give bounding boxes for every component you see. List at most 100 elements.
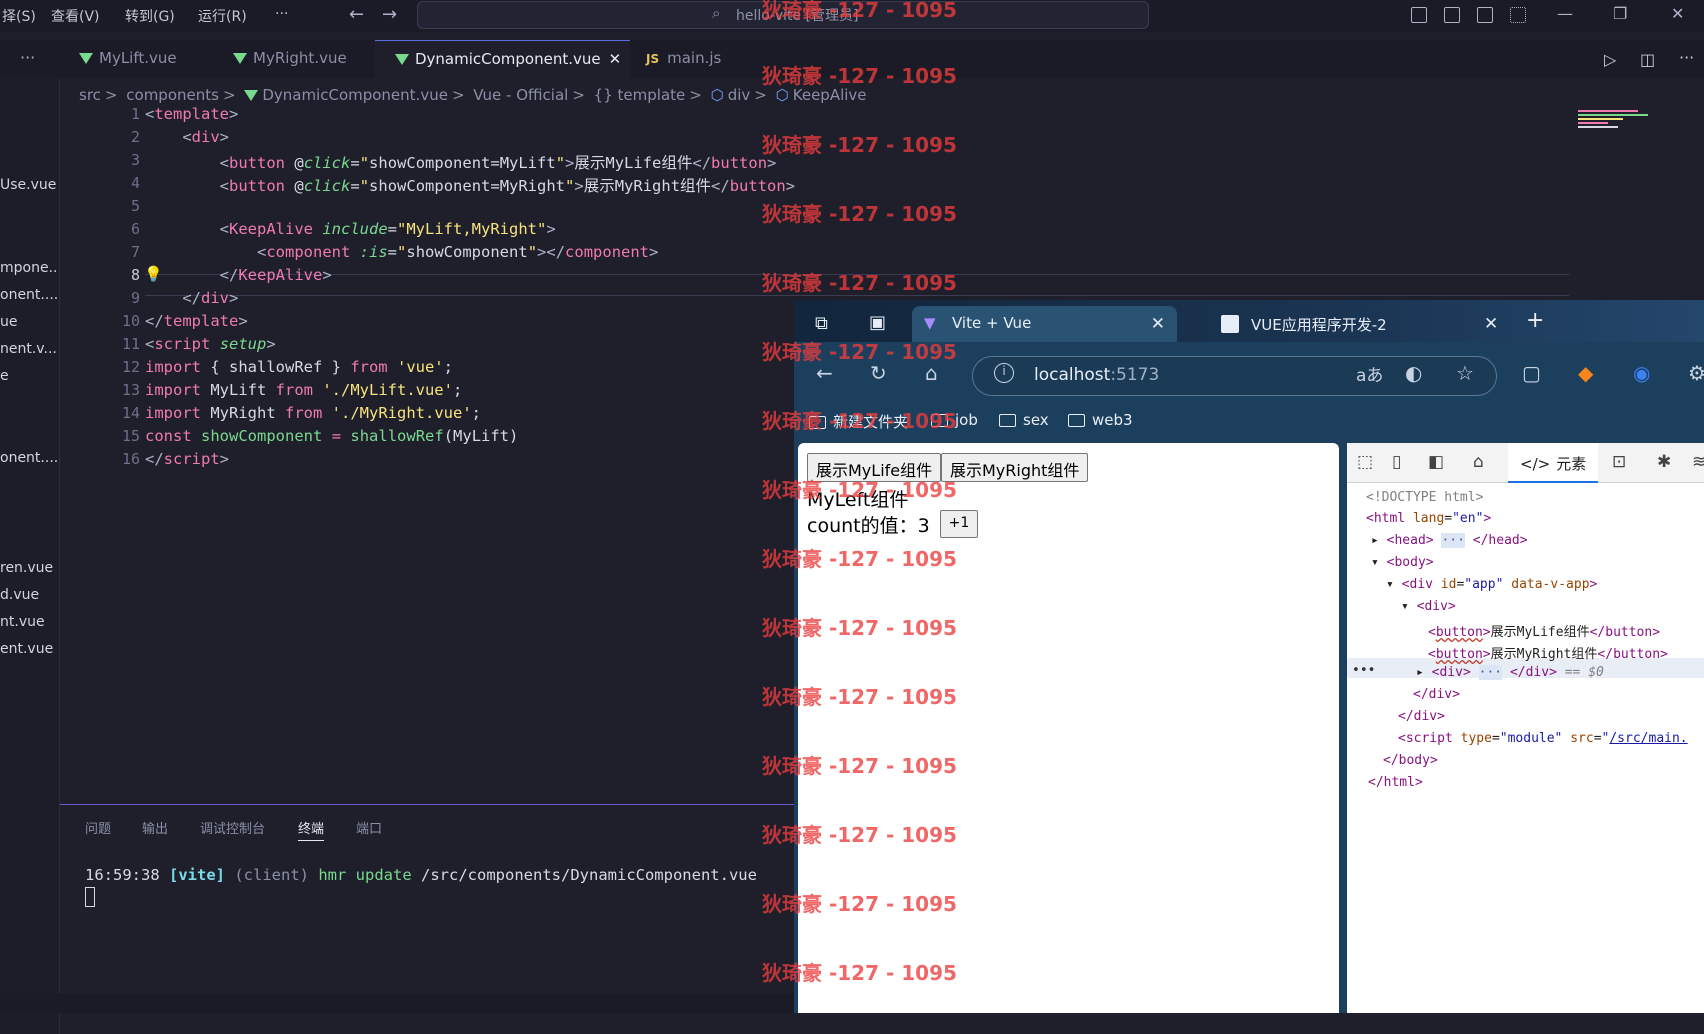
dom-node[interactable]: <button>展示MyLife组件</button> bbox=[1428, 621, 1660, 640]
explorer-file-item[interactable]: ren.vue bbox=[0, 560, 58, 576]
tab-actions-icon[interactable]: ▣ bbox=[869, 312, 886, 333]
terminal-cursor bbox=[85, 887, 95, 907]
crumb-components[interactable]: components bbox=[126, 86, 219, 104]
customize-layout-icon[interactable] bbox=[1510, 7, 1526, 23]
tab-label: MyLift.vue bbox=[99, 49, 177, 67]
close-tab-icon[interactable]: ✕ bbox=[609, 50, 622, 68]
toggle-sidebar-icon[interactable] bbox=[1411, 7, 1427, 23]
dock-side-icon[interactable]: ◧ bbox=[1428, 452, 1444, 472]
extension-icon[interactable]: ▢ bbox=[1522, 361, 1541, 385]
menu-go[interactable]: 转到(G) bbox=[125, 6, 175, 26]
explorer-file-item[interactable]: onent.... bbox=[0, 287, 58, 303]
show-myright-button[interactable]: 展示MyRight组件 bbox=[941, 453, 1089, 482]
increment-button[interactable]: +1 bbox=[940, 510, 978, 538]
watermark: 狄琦豪 -127 - 1095 bbox=[762, 616, 957, 640]
tab-mylift[interactable]: MyLift.vue bbox=[65, 40, 223, 78]
panel-tab-problems[interactable]: 问题 bbox=[85, 818, 111, 837]
close-tab-icon[interactable]: ✕ bbox=[1484, 314, 1498, 334]
dom-node[interactable]: <button>展示MyRight组件</button> bbox=[1428, 643, 1668, 662]
more-actions-icon[interactable]: ··· bbox=[1679, 48, 1694, 67]
restore-icon[interactable]: ❐ bbox=[1613, 4, 1627, 23]
run-icon[interactable]: ▷ bbox=[1604, 50, 1616, 69]
settings-icon[interactable]: ⚙ bbox=[1688, 361, 1704, 385]
line-number: 13 bbox=[121, 381, 140, 399]
site-info-icon[interactable]: i bbox=[994, 363, 1014, 383]
explorer-file-item[interactable]: nent.v... bbox=[0, 341, 58, 357]
crumb-div[interactable]: div bbox=[728, 86, 751, 104]
crumb-file[interactable]: DynamicComponent.vue bbox=[262, 86, 448, 104]
debugger-bug-icon[interactable]: ✱ bbox=[1657, 452, 1671, 472]
explorer-file-item[interactable]: mpone... bbox=[0, 260, 58, 276]
minimize-icon[interactable]: — bbox=[1557, 4, 1573, 23]
explorer-file-item[interactable]: ent.vue bbox=[0, 641, 58, 657]
dom-node[interactable]: </div> bbox=[1413, 687, 1460, 702]
line-number: 3 bbox=[130, 151, 140, 169]
tab-mainjs[interactable]: JS main.js bbox=[630, 40, 750, 78]
panel-tab-terminal[interactable]: 终端 bbox=[298, 818, 325, 841]
explorer-file-item[interactable]: Use.vue bbox=[0, 177, 58, 193]
bookmark-folder[interactable]: sex bbox=[999, 411, 1049, 429]
panel-tab-output[interactable]: 输出 bbox=[142, 818, 168, 837]
extension-blue-icon[interactable]: ◉ bbox=[1633, 361, 1650, 385]
line-number: 12 bbox=[121, 358, 140, 376]
dom-node[interactable]: </body> bbox=[1383, 753, 1438, 768]
close-tab-icon[interactable]: ✕ bbox=[1151, 314, 1165, 334]
network-icon[interactable]: ≋ bbox=[1692, 452, 1704, 472]
browser-tab-vue-course[interactable]: VUE应用程序开发-24级大数据4班 bbox=[1207, 306, 1387, 342]
favorite-star-icon[interactable]: ☆ bbox=[1456, 361, 1474, 385]
workspaces-icon[interactable]: ⧉ bbox=[815, 313, 828, 334]
watermark: 狄琦豪 -127 - 1095 bbox=[762, 271, 957, 295]
tab-elements[interactable]: </> 元素 bbox=[1508, 443, 1598, 483]
tab-dynamiccomponent[interactable]: DynamicComponent.vue ✕ bbox=[375, 40, 630, 78]
console-icon[interactable]: ⊡ bbox=[1612, 452, 1626, 472]
toggle-secondary-sidebar-icon[interactable] bbox=[1477, 7, 1493, 23]
inspect-element-icon[interactable]: ⬚ bbox=[1357, 452, 1373, 472]
code-line: </template> bbox=[145, 312, 248, 330]
explorer-file-item[interactable]: ue bbox=[0, 314, 58, 330]
close-window-icon[interactable]: ✕ bbox=[1671, 4, 1684, 23]
edge-icon[interactable]: ◐ bbox=[1405, 361, 1422, 385]
crumb-template[interactable]: {} template bbox=[594, 86, 686, 104]
terminal-output[interactable]: 16:59:38 [vite] (client) hmr update /src… bbox=[85, 866, 757, 884]
menu-selection[interactable]: 择(S) bbox=[2, 6, 36, 26]
bookmark-folder[interactable]: web3 bbox=[1068, 411, 1133, 429]
toggle-panel-icon[interactable] bbox=[1444, 7, 1460, 23]
explorer-file-item[interactable]: d.vue bbox=[0, 587, 58, 603]
explorer-file-item[interactable]: e bbox=[0, 368, 58, 384]
line-number: 9 bbox=[130, 289, 140, 307]
split-editor-icon[interactable]: ◫ bbox=[1640, 50, 1655, 69]
menu-run[interactable]: 运行(R) bbox=[198, 6, 247, 26]
dom-src-link[interactable]: /src/main. bbox=[1609, 731, 1687, 746]
panel-tab-ports[interactable]: 端口 bbox=[356, 818, 382, 837]
panel-tab-debug-console[interactable]: 调试控制台 bbox=[200, 818, 265, 837]
dom-node[interactable]: ▾ <body> bbox=[1371, 555, 1434, 570]
device-emulation-icon[interactable]: ▯ bbox=[1392, 452, 1401, 472]
dom-node[interactable]: <script type="module" src="/src/main. bbox=[1398, 731, 1688, 746]
forward-arrow-icon[interactable]: → bbox=[382, 4, 397, 25]
minimap[interactable] bbox=[1578, 108, 1658, 138]
dom-node[interactable]: ▾ <div id="app" data-v-app> bbox=[1386, 577, 1597, 592]
dom-node[interactable]: <html lang="en"> bbox=[1366, 511, 1491, 526]
menu-view[interactable]: 查看(V) bbox=[51, 6, 100, 26]
back-arrow-icon[interactable]: ← bbox=[349, 4, 364, 25]
watermark: 狄琦豪 -127 - 1095 bbox=[762, 409, 957, 433]
menu-more[interactable]: ··· bbox=[275, 6, 288, 22]
line-number: 16 bbox=[121, 450, 140, 468]
crumb-language[interactable]: Vue - Official bbox=[473, 86, 568, 104]
dom-node[interactable]: ▸ <head> ··· </head> bbox=[1371, 533, 1528, 548]
dom-node[interactable]: ▾ <div> bbox=[1401, 599, 1456, 614]
explorer-file-item[interactable]: onent.... bbox=[0, 450, 58, 466]
line-number: 4 bbox=[130, 174, 140, 192]
new-tab-icon[interactable]: + bbox=[1526, 308, 1544, 333]
more-options-icon[interactable]: ••• bbox=[1352, 663, 1375, 678]
read-aloud-icon[interactable]: aあ bbox=[1356, 361, 1383, 386]
more-actions-icon[interactable]: ··· bbox=[20, 48, 35, 67]
tab-myright[interactable]: MyRight.vue bbox=[223, 40, 375, 78]
welcome-home-icon[interactable]: ⌂ bbox=[1473, 452, 1484, 472]
dom-node-selected[interactable]: ▸ <div> ··· </div> == $0 bbox=[1416, 665, 1604, 680]
dom-node[interactable]: </html> bbox=[1368, 775, 1423, 790]
explorer-file-item[interactable]: nt.vue bbox=[0, 614, 58, 630]
crumb-src[interactable]: src bbox=[79, 86, 101, 104]
metamask-icon[interactable]: ◆ bbox=[1578, 361, 1593, 385]
dom-node[interactable]: </div> bbox=[1398, 709, 1445, 724]
